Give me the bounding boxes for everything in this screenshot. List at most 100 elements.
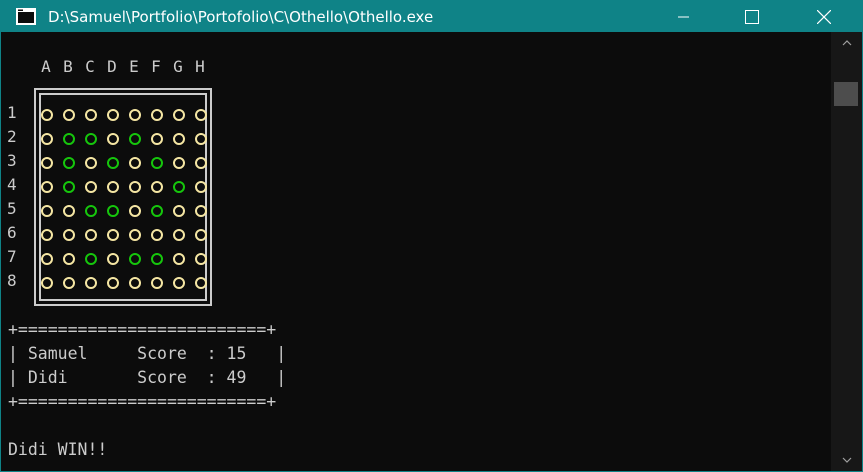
board-disc-h2 [195,133,207,145]
board-disc-e2 [129,133,141,145]
board-disc-d7 [107,253,119,265]
board-disc-c5 [85,205,97,217]
board-disc-d1 [107,109,119,121]
board-disc-c1 [85,109,97,121]
scoreboard-row-player2: | Didi Score : 49 | [8,368,287,387]
board-disc-g5 [173,205,185,217]
board-disc-e8 [129,277,141,289]
column-label-f: F [151,57,161,76]
board-disc-c2 [85,133,97,145]
board-disc-f3 [151,157,163,169]
title-bar[interactable]: D:\Samuel\Portfolio\Portofolio\C\Othello… [1,1,862,32]
board-disc-a6 [41,229,53,241]
scoreboard-row-player1: | Samuel Score : 15 | [8,344,287,363]
board-disc-b6 [63,229,75,241]
board-disc-b8 [63,277,75,289]
row-label-5: 5 [7,199,17,218]
board-disc-c4 [85,181,97,193]
row-label-7: 7 [7,247,17,266]
board-disc-f2 [151,133,163,145]
row-label-1: 1 [7,103,17,122]
board-disc-a1 [41,109,53,121]
board-disc-h3 [195,157,207,169]
scroll-down-arrow-icon [842,457,851,463]
board-disc-h4 [195,181,207,193]
board-disc-d8 [107,277,119,289]
row-label-6: 6 [7,223,17,242]
board-disc-a4 [41,181,53,193]
board-inner-frame [39,93,207,301]
row-label-8: 8 [7,271,17,290]
result-message: Didi WIN!! [8,440,108,459]
board-disc-h1 [195,109,207,121]
board-disc-f7 [151,253,163,265]
close-button[interactable] [801,1,847,32]
board-disc-d4 [107,181,119,193]
minimize-button[interactable] [661,1,707,32]
console-window: D:\Samuel\Portfolio\Portofolio\C\Othello… [0,0,863,472]
board-disc-e6 [129,229,141,241]
board-disc-a8 [41,277,53,289]
board-disc-c7 [85,253,97,265]
board-disc-d6 [107,229,119,241]
maximize-button[interactable] [729,1,775,32]
board-disc-g8 [173,277,185,289]
board-disc-a2 [41,133,53,145]
console-app-icon[interactable] [16,8,36,25]
board-disc-e3 [129,157,141,169]
scroll-up-button[interactable] [831,32,862,54]
window-title: D:\Samuel\Portfolio\Portofolio\C\Othello… [48,8,434,26]
column-label-h: H [195,57,205,76]
board-disc-c8 [85,277,97,289]
board-disc-h5 [195,205,207,217]
board-disc-a7 [41,253,53,265]
board-disc-h7 [195,253,207,265]
board-disc-d5 [107,205,119,217]
board-disc-g2 [173,133,185,145]
maximize-icon [745,9,759,24]
board-disc-d2 [107,133,119,145]
board-frame [34,88,212,306]
board-disc-a3 [41,157,53,169]
close-icon [817,9,831,24]
minimize-icon [678,16,689,17]
board-disc-b3 [63,157,75,169]
board-disc-g6 [173,229,185,241]
board-disc-b5 [63,205,75,217]
board-disc-f4 [151,181,163,193]
board-disc-g3 [173,157,185,169]
board-disc-e4 [129,181,141,193]
board-disc-d3 [107,157,119,169]
board-disc-e5 [129,205,141,217]
column-label-e: E [129,57,139,76]
board-disc-f8 [151,277,163,289]
column-label-g: G [173,57,183,76]
column-label-a: A [41,57,51,76]
board-disc-f1 [151,109,163,121]
console-output[interactable]: ABCDEFGH 1 2 3 4 5 6 7 8 +=====================… [1,32,831,471]
board-disc-g1 [173,109,185,121]
scroll-down-button[interactable] [831,449,862,471]
board-disc-a5 [41,205,53,217]
board-disc-c3 [85,157,97,169]
scroll-thumb[interactable] [834,82,858,106]
vertical-scrollbar[interactable] [831,32,862,471]
board-disc-b2 [63,133,75,145]
board-disc-h8 [195,277,207,289]
board-disc-g7 [173,253,185,265]
board-disc-c6 [85,229,97,241]
board-disc-e7 [129,253,141,265]
column-label-b: B [63,57,73,76]
scoreboard-border-top: +=========================+ [8,320,277,339]
board-disc-f5 [151,205,163,217]
board-disc-e1 [129,109,141,121]
column-label-d: D [107,57,117,76]
board-disc-f6 [151,229,163,241]
board-disc-b1 [63,109,75,121]
board-disc-g4 [173,181,185,193]
row-label-4: 4 [7,175,17,194]
scroll-up-arrow-icon [842,40,851,46]
row-label-2: 2 [7,127,17,146]
row-label-3: 3 [7,151,17,170]
scoreboard-border-bottom: +=========================+ [8,392,277,411]
